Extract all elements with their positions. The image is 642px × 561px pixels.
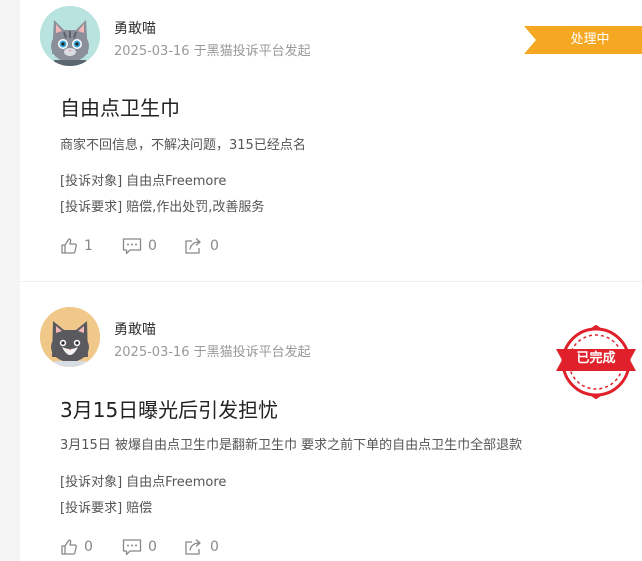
complaint-request: [投诉要求] 赔偿,作出处罚,改善服务	[60, 196, 264, 215]
comment-icon	[122, 539, 142, 556]
status-badge: 已完成	[576, 351, 616, 366]
field-label: [投诉对象]	[60, 475, 123, 490]
like-count: 0	[84, 539, 93, 555]
post-source: 于黑猫投诉平台发起	[193, 345, 311, 360]
cat-avatar-icon	[40, 307, 100, 367]
post-source: 于黑猫投诉平台发起	[193, 44, 311, 59]
status-badge: 处理中	[524, 26, 642, 54]
field-value: 自由点Freemore	[126, 475, 227, 490]
cat-avatar-icon	[40, 6, 100, 66]
share-icon	[185, 238, 201, 254]
like-count: 1	[84, 238, 93, 254]
field-label: [投诉要求]	[60, 200, 123, 215]
comment-count: 0	[148, 238, 157, 254]
share-count: 0	[210, 539, 219, 555]
comment-button[interactable]: 0	[122, 236, 157, 256]
username[interactable]: 勇敢喵	[114, 319, 156, 339]
field-label: [投诉要求]	[60, 501, 123, 516]
username[interactable]: 勇敢喵	[114, 18, 156, 38]
share-count: 0	[210, 238, 219, 254]
status-stamp: 已完成	[556, 322, 636, 402]
comment-button[interactable]: 0	[122, 537, 157, 557]
post-date: 2025-03-16	[114, 44, 190, 59]
post-meta: 2025-03-16 于黑猫投诉平台发起	[114, 40, 315, 59]
comment-icon	[122, 238, 142, 255]
share-button[interactable]: 0	[184, 537, 219, 557]
avatar[interactable]	[40, 307, 100, 367]
avatar[interactable]	[40, 6, 100, 66]
field-value: 自由点Freemore	[126, 174, 227, 189]
comment-count: 0	[148, 539, 157, 555]
complaint-card[interactable]: 勇敢喵 2025-03-16 于黑猫投诉平台发起 已完成 3月15日曝光后引发担忧…	[20, 282, 642, 561]
complaint-description: 3月15日 被爆自由点卫生巾是翻新卫生巾 要求之前下单的自由点卫生巾全部退款	[60, 438, 523, 453]
complaint-target: [投诉对象] 自由点Freemore	[60, 471, 226, 490]
thumbs-up-icon	[61, 238, 77, 254]
complaint-description: 商家不回信息，不解决问题，315已经点名	[60, 138, 306, 153]
share-button[interactable]: 0	[184, 236, 219, 256]
complaint-card[interactable]: 勇敢喵 2025-03-16 于黑猫投诉平台发起 处理中 自由点卫生巾 商家不回信…	[20, 0, 642, 282]
complaint-title[interactable]: 3月15日曝光后引发担忧	[60, 394, 278, 423]
share-icon	[185, 539, 201, 555]
like-button[interactable]: 0	[60, 537, 93, 557]
field-value: 赔偿,作出处罚,改善服务	[126, 200, 265, 215]
like-button[interactable]: 1	[60, 236, 93, 256]
complaint-target: [投诉对象] 自由点Freemore	[60, 170, 226, 189]
post-meta: 2025-03-16 于黑猫投诉平台发起	[114, 341, 315, 360]
thumbs-up-icon	[61, 539, 77, 555]
post-date: 2025-03-16	[114, 345, 190, 360]
complaint-feed: 勇敢喵 2025-03-16 于黑猫投诉平台发起 处理中 自由点卫生巾 商家不回信…	[20, 0, 642, 561]
field-value: 赔偿	[126, 501, 153, 516]
field-label: [投诉对象]	[60, 174, 123, 189]
complaint-request: [投诉要求] 赔偿	[60, 497, 152, 516]
complaint-title[interactable]: 自由点卫生巾	[60, 92, 180, 121]
